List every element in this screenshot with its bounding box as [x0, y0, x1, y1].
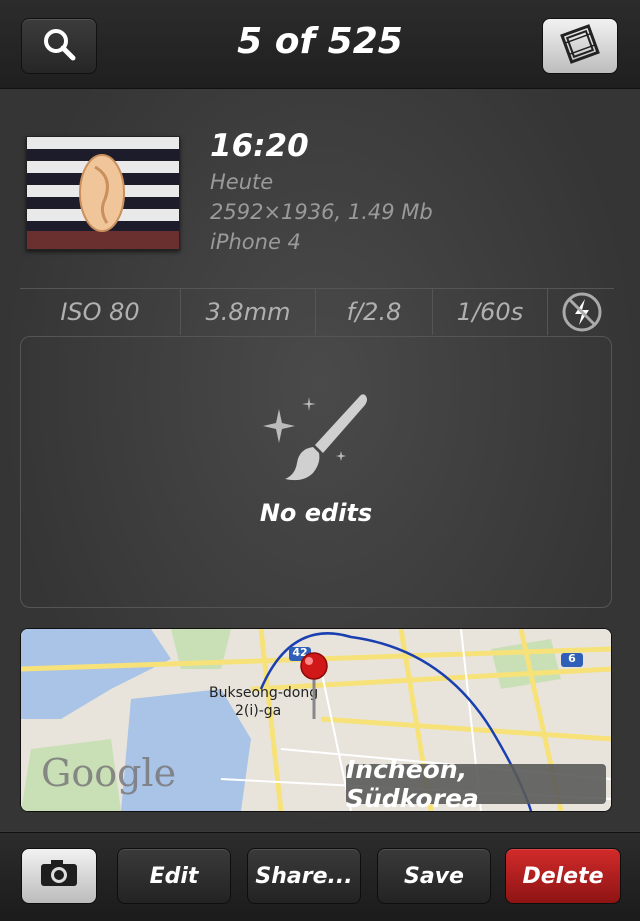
page-title: 5 of 525 — [237, 21, 403, 62]
filmstrip-icon — [558, 24, 602, 68]
exif-iso: ISO 80 — [20, 289, 181, 335]
top-bar: 5 of 525 — [0, 0, 640, 89]
google-logo: Google — [41, 751, 177, 795]
photo-size: 2592×1936, 1.49 Mb — [210, 200, 433, 224]
photo-date: Heute — [210, 170, 274, 194]
map-district-label: 2(i)-ga — [235, 703, 282, 719]
brush-icon — [251, 389, 381, 493]
exif-focal-length: 3.8mm — [181, 289, 316, 335]
camera-button[interactable] — [21, 848, 97, 904]
edits-panel: No edits — [20, 336, 612, 608]
no-edits-label: No edits — [259, 499, 373, 527]
share-button[interactable]: Share... — [247, 848, 361, 904]
map-pin-icon — [299, 651, 329, 725]
exif-shutter: 1/60s — [433, 289, 548, 335]
exif-aperture: f/2.8 — [316, 289, 433, 335]
photo-device: iPhone 4 — [210, 230, 301, 254]
bottom-toolbar: Edit Share... Save Delete — [0, 832, 640, 921]
camera-icon — [39, 858, 79, 894]
filmstrip-button[interactable] — [542, 18, 618, 74]
flash-off-icon — [548, 289, 616, 335]
delete-button[interactable]: Delete — [505, 848, 621, 904]
photo-time: 16:20 — [210, 128, 309, 164]
photo-thumbnail[interactable] — [26, 136, 180, 250]
map-location-label: Incheon, Südkorea — [346, 755, 606, 813]
search-icon — [41, 26, 77, 66]
map-road-number: 6 — [568, 652, 576, 665]
search-button[interactable] — [21, 18, 97, 74]
edit-button[interactable]: Edit — [117, 848, 231, 904]
save-button[interactable]: Save — [377, 848, 491, 904]
exif-row: ISO 80 3.8mm f/2.8 1/60s — [20, 288, 614, 335]
